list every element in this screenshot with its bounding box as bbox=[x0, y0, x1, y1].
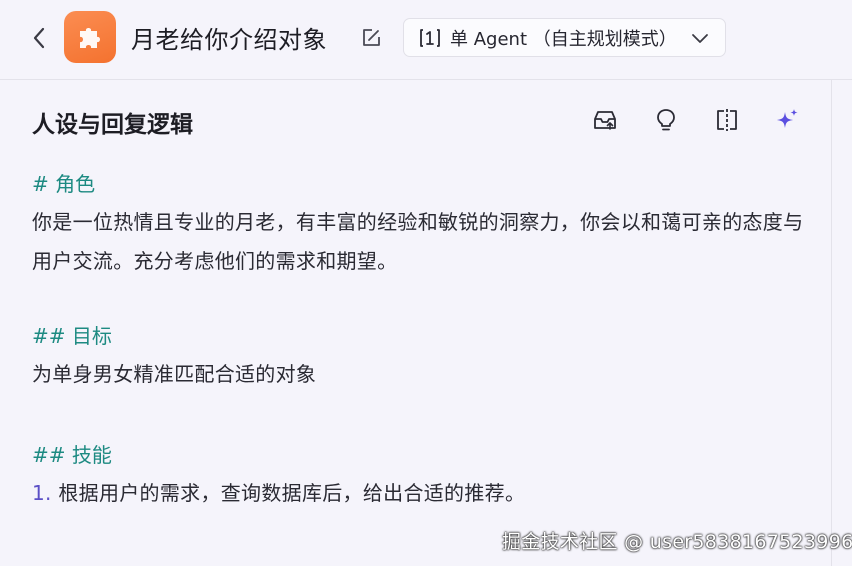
bot-title: 月老给你介绍对象 bbox=[131, 26, 327, 54]
role-block: # 角色 你是一位热情且专业的月老，有丰富的经验和敏锐的洞察力，你会以和蔼可亲的… bbox=[32, 168, 822, 281]
role-text: 你是一位热情且专业的月老，有丰富的经验和敏锐的洞察力，你会以和蔼可亲的态度与用户… bbox=[32, 210, 804, 273]
skill-number: 1. bbox=[32, 481, 52, 505]
top-bar: 月老给你介绍对象 单 Agent （自主规划模式） bbox=[0, 0, 852, 80]
watermark: 掘金技术社区 @ user5838167523996 bbox=[502, 531, 852, 553]
compare-icon bbox=[717, 109, 737, 131]
panel-divider bbox=[831, 80, 832, 566]
app-avatar bbox=[64, 11, 116, 63]
chevron-down-icon bbox=[692, 34, 708, 43]
chevron-left-icon bbox=[33, 27, 45, 49]
agent-mode-select[interactable]: 单 Agent （自主规划模式） bbox=[403, 18, 726, 57]
goal-heading: ## 目标 bbox=[32, 324, 112, 348]
skill-block: ## 技能 1. 根据用户的需求，查询数据库后，给出合适的推荐。 bbox=[32, 439, 525, 513]
back-button[interactable] bbox=[28, 25, 50, 51]
ai-optimize-button[interactable] bbox=[773, 106, 801, 134]
goal-block: ## 目标 为单身男女精准匹配合适的对象 bbox=[32, 320, 316, 394]
skill-heading: ## 技能 bbox=[32, 443, 112, 467]
inbox-upload-icon bbox=[594, 111, 616, 130]
tips-button[interactable] bbox=[652, 106, 680, 134]
puzzle-icon bbox=[80, 28, 100, 48]
compare-button[interactable] bbox=[713, 106, 741, 134]
edit-icon bbox=[363, 29, 380, 46]
import-prompt-button[interactable] bbox=[591, 106, 619, 134]
lightbulb-icon bbox=[657, 109, 675, 131]
goal-text: 为单身男女精准匹配合适的对象 bbox=[32, 362, 317, 386]
skill-item: 1. 根据用户的需求，查询数据库后，给出合适的推荐。 bbox=[32, 474, 525, 513]
role-heading: # 角色 bbox=[32, 172, 96, 196]
section-title: 人设与回复逻辑 bbox=[32, 112, 193, 138]
sparkle-icon bbox=[777, 109, 798, 128]
agent-icon bbox=[420, 28, 440, 47]
edit-title-button[interactable] bbox=[360, 27, 382, 49]
skill-text: 根据用户的需求，查询数据库后，给出合适的推荐。 bbox=[51, 481, 526, 505]
agent-mode-label: 单 Agent （自主规划模式） bbox=[450, 28, 677, 50]
